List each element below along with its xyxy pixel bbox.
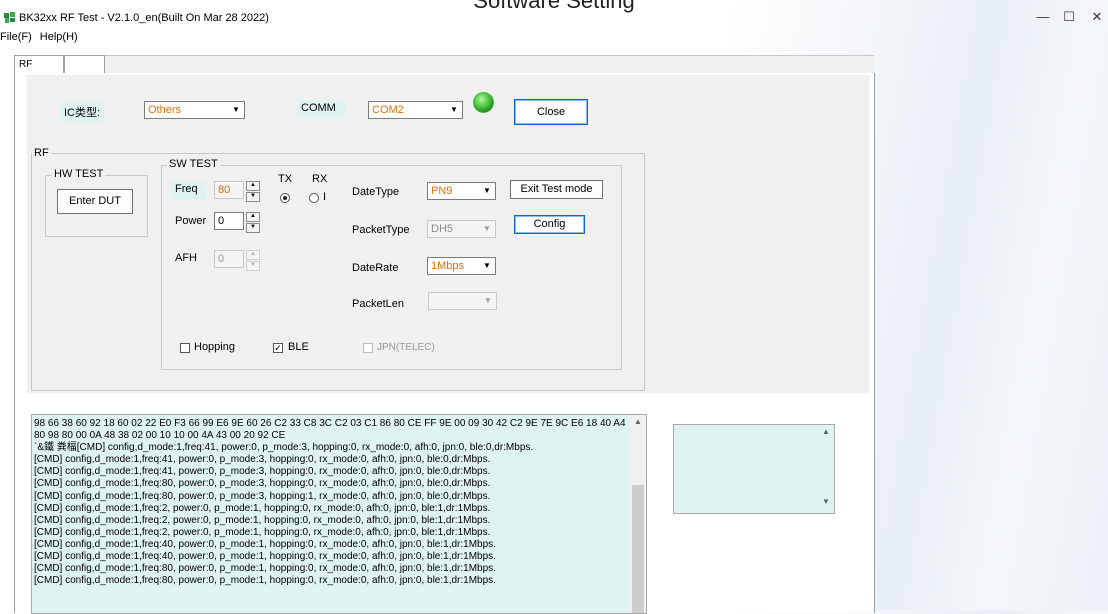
ic-type-select[interactable]: Others ▼ <box>144 101 245 119</box>
app-icon <box>4 12 15 23</box>
log-text: 98 66 38 60 92 18 60 02 22 E0 F3 66 99 E… <box>34 418 626 587</box>
comm-label: COMM <box>297 100 346 118</box>
comm-port-select[interactable]: COM2 ▼ <box>368 101 463 119</box>
ble-checkbox[interactable]: ✓ <box>273 343 283 353</box>
spin-down-icon[interactable]: ▼ <box>246 223 260 233</box>
spin-down-icon[interactable]: ▼ <box>246 261 260 271</box>
rf-group-title: RF <box>32 147 51 159</box>
chevron-down-icon: ▼ <box>483 186 491 195</box>
chevron-down-icon: ▼ <box>483 261 491 270</box>
menu-file[interactable]: File(F) <box>0 31 32 43</box>
jpn-telec-checkbox[interactable] <box>363 343 373 353</box>
exit-test-mode-button[interactable]: Exit Test mode <box>510 180 603 199</box>
daterate-label: DateRate <box>352 262 399 274</box>
side-text-box[interactable]: ▲ ▼ <box>673 424 835 514</box>
hopping-checkbox[interactable] <box>180 343 190 353</box>
side-text-scrollbar[interactable]: ▲ ▼ <box>818 425 834 513</box>
scroll-thumb[interactable] <box>632 485 644 613</box>
ic-type-value: Others <box>148 104 182 116</box>
comm-port-value: COM2 <box>372 104 404 116</box>
menu-bar: File(F) Help(H) <box>0 31 86 45</box>
tab-empty[interactable] <box>64 55 105 74</box>
tab-strip <box>14 55 874 74</box>
close-port-button[interactable]: Close <box>514 99 588 125</box>
jpn-telec-label: JPN(TELEC) <box>377 342 435 353</box>
afh-spinner[interactable]: ▲ ▼ <box>246 250 260 271</box>
packettype-label: PacketType <box>352 224 410 236</box>
minimize-button[interactable]: — <box>1033 9 1053 25</box>
power-spinner[interactable]: ▲ ▼ <box>246 212 260 233</box>
spin-up-icon[interactable]: ▲ <box>246 250 260 260</box>
rx-radio-label: I <box>323 191 327 203</box>
connection-status-indicator <box>473 92 494 113</box>
spin-down-icon[interactable]: ▼ <box>246 192 260 202</box>
daterate-select[interactable]: 1Mbps ▼ <box>427 257 496 275</box>
chevron-down-icon: ▼ <box>232 105 240 114</box>
spin-up-icon[interactable]: ▲ <box>246 212 260 222</box>
chevron-down-icon: ▼ <box>450 105 458 114</box>
datetype-label: DateType <box>352 186 400 198</box>
power-input[interactable]: 0 <box>214 212 244 230</box>
log-scrollbar[interactable]: ▲ <box>630 415 646 613</box>
freq-spinner[interactable]: ▲ ▼ <box>246 181 260 202</box>
chevron-down-icon: ▼ <box>483 224 491 233</box>
afh-label: AFH <box>175 252 197 264</box>
hopping-label: Hopping <box>194 341 235 353</box>
ic-type-label: IC类型: <box>60 102 105 122</box>
maximize-button[interactable]: ☐ <box>1059 9 1079 25</box>
window-title: BK32xx RF Test - V2.1.0_en(Built On Mar … <box>19 12 269 24</box>
rx-label: RX <box>312 173 328 185</box>
afh-input[interactable]: 0 <box>214 250 244 268</box>
packettype-select[interactable]: DH5 ▼ <box>427 220 496 238</box>
close-window-button[interactable]: ✕ <box>1087 9 1107 25</box>
power-label: Power <box>175 215 207 227</box>
ble-label: BLE <box>288 341 309 353</box>
rx-radio[interactable] <box>309 193 319 203</box>
enter-dut-button[interactable]: Enter DUT <box>57 189 133 214</box>
scroll-up-icon[interactable]: ▲ <box>630 417 646 431</box>
log-output[interactable]: 98 66 38 60 92 18 60 02 22 E0 F3 66 99 E… <box>31 414 647 614</box>
packettype-value: DH5 <box>431 223 454 235</box>
daterate-value: 1Mbps <box>431 260 465 272</box>
tx-radio[interactable] <box>280 193 290 203</box>
config-button[interactable]: Config <box>514 215 585 234</box>
freq-label: Freq <box>171 181 206 199</box>
tab-rf-test[interactable]: RF TEST <box>14 55 64 88</box>
tx-label: TX <box>278 173 293 185</box>
datetype-select[interactable]: PN9 ▼ <box>427 182 496 200</box>
spin-up-icon[interactable]: ▲ <box>246 181 260 191</box>
scroll-up-icon[interactable]: ▲ <box>818 427 834 441</box>
freq-input[interactable]: 80 <box>214 181 244 199</box>
packetlen-select[interactable]: ▼ <box>428 292 497 310</box>
menu-help[interactable]: Help(H) <box>40 31 78 43</box>
hw-test-title: HW TEST <box>52 168 106 180</box>
chevron-down-icon: ▼ <box>484 296 492 305</box>
packetlen-label: PacketLen <box>352 298 404 310</box>
datetype-value: PN9 <box>431 185 453 197</box>
sw-test-title: SW TEST <box>167 158 220 170</box>
scroll-down-icon[interactable]: ▼ <box>818 497 834 511</box>
